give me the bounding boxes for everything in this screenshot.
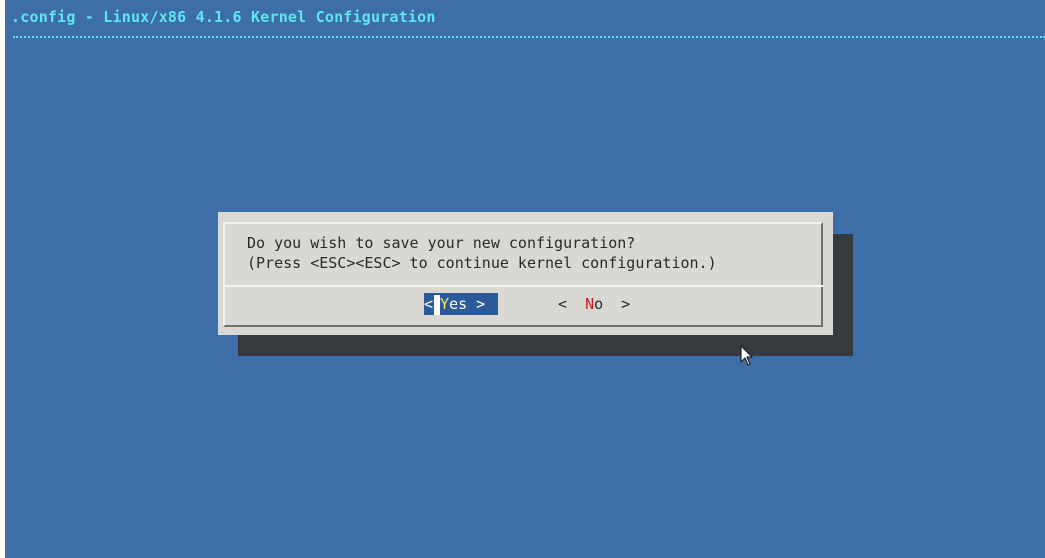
arrow-pointer-icon xyxy=(740,345,753,366)
dialog-button-divider xyxy=(223,285,823,287)
title-divider xyxy=(13,36,1045,38)
no-button-hotkey: N xyxy=(585,295,595,313)
no-button-label-rest: o xyxy=(594,295,604,313)
terminal-screen: .config - Linux/x86 4.1.6 Kernel Configu… xyxy=(5,0,1045,558)
no-button-left-bracket: < xyxy=(558,295,568,313)
dialog-message-line1: Do you wish to save your new configurati… xyxy=(247,234,636,252)
no-button-right-bracket: > xyxy=(621,295,631,313)
yes-button-right-bracket: > xyxy=(476,295,486,313)
yes-button-label-rest: es xyxy=(449,295,468,313)
yes-button[interactable]: < Yes > xyxy=(424,293,498,315)
yes-button-left-bracket: < xyxy=(424,295,434,313)
window-title: .config - Linux/x86 4.1.6 Kernel Configu… xyxy=(11,8,436,26)
yes-button-hotkey: Y xyxy=(440,295,450,313)
no-button[interactable]: < No > xyxy=(558,293,630,315)
dialog-message-line2: (Press <ESC><ESC> to continue kernel con… xyxy=(247,254,717,272)
save-config-dialog: Do you wish to save your new configurati… xyxy=(218,212,833,335)
